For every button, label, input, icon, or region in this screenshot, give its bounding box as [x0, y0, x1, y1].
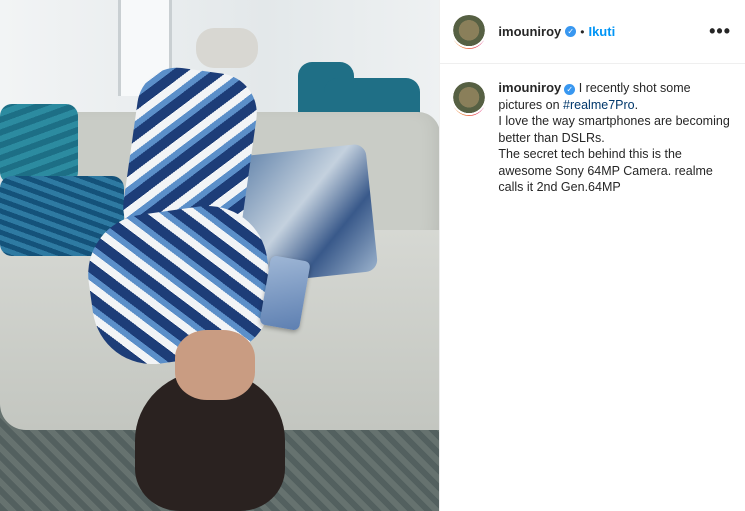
verified-badge-icon: ✓ [565, 26, 577, 37]
photo-person-face [175, 330, 255, 400]
post-side-panel: imouniroy ✓ • Ikuti ••• imouniroy ✓ I rec… [439, 0, 745, 511]
caption-username[interactable]: imouniroy [498, 80, 561, 95]
post-photo[interactable] [0, 0, 440, 511]
post-header: imouniroy ✓ • Ikuti ••• [440, 0, 745, 64]
photo-pillow-teal [0, 104, 78, 184]
header-username[interactable]: imouniroy [498, 24, 561, 39]
verified-badge-icon: ✓ [564, 84, 576, 95]
follow-button[interactable]: Ikuti [588, 24, 615, 39]
more-options-icon[interactable]: ••• [709, 21, 731, 42]
photo-shoes [196, 28, 258, 68]
caption-text-after: . [634, 97, 639, 112]
caption-avatar[interactable] [452, 82, 487, 116]
header-separator: • [580, 24, 585, 39]
post-caption: imouniroy ✓ I recently shot some pictures… [440, 64, 745, 196]
instagram-post: imouniroy ✓ • Ikuti ••• imouniroy ✓ I rec… [0, 0, 745, 511]
caption-line-1: I love the way smartphones are becoming … [498, 114, 730, 145]
caption-line-2: The secret tech behind this is the aweso… [498, 147, 713, 194]
caption-hashtag-link[interactable]: #realme7Pro [563, 98, 635, 112]
avatar[interactable] [452, 14, 487, 49]
caption-text: imouniroy ✓ I recently shot some pictures… [498, 80, 730, 196]
